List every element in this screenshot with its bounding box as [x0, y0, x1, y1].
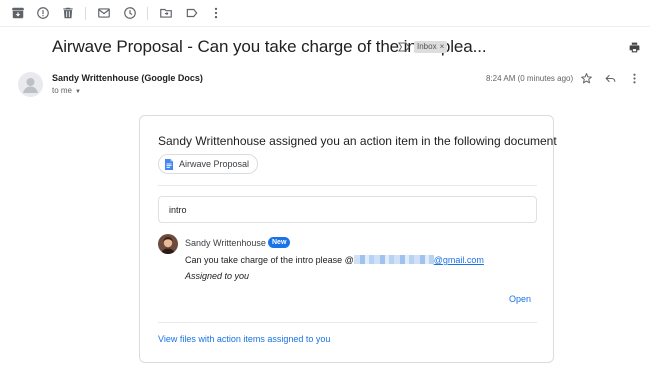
archive-icon[interactable] — [11, 6, 25, 20]
mentioned-email-link[interactable]: @gmail.com — [434, 255, 484, 265]
commenter-avatar — [158, 234, 178, 254]
redacted-email — [353, 255, 434, 264]
remove-label-icon[interactable]: × — [440, 42, 445, 51]
card-divider — [158, 185, 537, 186]
report-spam-icon[interactable] — [36, 6, 50, 20]
recipient-label: to me — [52, 86, 73, 95]
more-vert-icon[interactable] — [209, 6, 223, 20]
inbox-label-text: Inbox — [417, 42, 437, 51]
recipient-details-toggle[interactable]: to me ▼ — [52, 86, 81, 95]
toolbar-divider-line — [0, 26, 650, 27]
message-toolbar — [0, 0, 650, 26]
print-icon[interactable] — [628, 41, 641, 54]
importance-marker-icon[interactable] — [398, 42, 410, 52]
snooze-icon[interactable] — [123, 6, 137, 20]
view-assigned-files-link[interactable]: View files with action items assigned to… — [158, 334, 330, 344]
toolbar-divider — [147, 7, 148, 20]
document-chip[interactable]: Airwave Proposal — [158, 154, 259, 174]
new-badge: New — [268, 237, 291, 248]
sender-name: Sandy Writtenhouse (Google Docs) — [52, 73, 203, 83]
message-timestamp: 8:24 AM (0 minutes ago) — [486, 74, 574, 83]
delete-icon[interactable] — [61, 6, 75, 20]
comment-text: Can you take charge of the intro please … — [185, 255, 484, 265]
open-link[interactable]: Open — [509, 294, 531, 304]
sender-avatar[interactable] — [18, 72, 43, 97]
card-heading: Sandy Writtenhouse assigned you an actio… — [158, 134, 557, 148]
reply-icon[interactable] — [604, 72, 617, 85]
label-icon[interactable] — [185, 6, 199, 20]
move-to-icon[interactable] — [159, 6, 173, 20]
action-item-card: Sandy Writtenhouse assigned you an actio… — [139, 115, 557, 363]
card-divider — [158, 322, 537, 323]
commenter-name: Sandy Writtenhouse — [185, 238, 266, 248]
chevron-down-icon[interactable]: ▼ — [75, 89, 81, 95]
quoted-text: intro — [169, 205, 187, 215]
quoted-text-box: intro — [158, 196, 537, 223]
google-docs-icon — [165, 158, 173, 170]
comment-body: Can you take charge of the intro please … — [185, 255, 354, 265]
mark-unread-icon[interactable] — [97, 6, 111, 20]
document-name: Airwave Proposal — [179, 159, 250, 169]
star-icon[interactable] — [580, 72, 593, 85]
assigned-note: Assigned to you — [185, 271, 250, 281]
more-options-icon[interactable] — [628, 72, 641, 85]
inbox-label-chip[interactable]: Inbox × — [414, 41, 448, 53]
toolbar-divider — [85, 7, 86, 20]
